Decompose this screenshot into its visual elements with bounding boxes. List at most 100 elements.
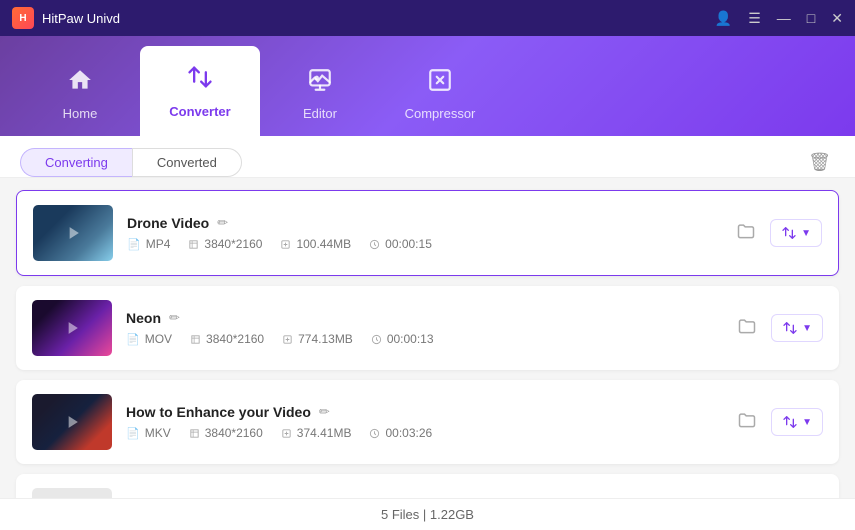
menu-icon[interactable]: ☰	[748, 10, 761, 27]
duration-value-how-to-enhance: 00:03:26	[385, 426, 432, 440]
duration-value-neon: 00:00:13	[387, 332, 434, 346]
meta-size-drone-video: 100.44MB	[280, 237, 351, 251]
size-icon	[281, 428, 292, 439]
home-icon	[67, 67, 93, 100]
converter-icon	[186, 63, 214, 98]
meta-duration-how-to-enhance: 00:03:26	[369, 426, 432, 440]
meta-resolution-how-to-enhance: 3840*2160	[189, 426, 263, 440]
open-folder-button-how-to-enhance[interactable]	[733, 406, 761, 439]
minimize-button[interactable]: —	[777, 10, 791, 26]
nav-item-home[interactable]: Home	[20, 51, 140, 136]
meta-format-drone-video: 📄MP4	[127, 237, 170, 251]
meta-format-neon: 📄 MOV	[126, 332, 172, 346]
nav-item-converter[interactable]: Converter	[140, 46, 260, 136]
convert-button-neon[interactable]: ▼	[771, 314, 823, 342]
resolution-value-neon: 3840*2160	[206, 332, 264, 346]
user-icon[interactable]: 👤	[715, 10, 732, 27]
dropdown-arrow-icon: ▼	[802, 323, 812, 334]
meta-format-how-to-enhance: 📄 MKV	[126, 426, 171, 440]
tabs: Converting Converted	[20, 148, 242, 177]
convert-button-how-to-enhance[interactable]: ▼	[771, 408, 823, 436]
dropdown-arrow-icon: ▼	[801, 228, 811, 239]
app-name: HitPaw Univd	[42, 11, 120, 26]
edit-filename-button-drone-video[interactable]: ✏	[217, 215, 228, 231]
edit-filename-button-neon[interactable]: ✏	[169, 310, 180, 326]
resolution-icon	[188, 239, 199, 250]
size-value-drone-video: 100.44MB	[296, 237, 351, 251]
file-name-drone-video: Drone Video	[127, 215, 209, 231]
status-bar: 5 Files | 1.22GB	[0, 498, 855, 530]
tab-converting[interactable]: Converting	[20, 148, 132, 177]
format-value-neon: MOV	[145, 332, 172, 346]
file-item-how-to-enhance[interactable]: How to Enhance your Video ✏ 📄 MKV 3840*2160 3…	[16, 380, 839, 464]
nav-item-compressor[interactable]: Compressor	[380, 51, 500, 136]
convert-icon	[782, 320, 798, 336]
meta-duration-drone-video: 00:00:15	[369, 237, 432, 251]
nav-home-label: Home	[63, 106, 98, 121]
file-meta-drone-video: 📄MP4 3840*2160 100.44MB 00:00:15	[127, 237, 718, 251]
size-icon	[280, 239, 291, 250]
file-meta-neon: 📄 MOV 3840*2160 774.13MB 00:00:13	[126, 332, 719, 346]
file-actions-drone-video: ▼	[732, 217, 822, 250]
tab-converted[interactable]: Converted	[132, 148, 242, 177]
file-info-drone-video: Drone Video ✏ 📄MP4 3840*2160 100.44MB 00:00:1…	[127, 215, 718, 251]
duration-icon	[369, 428, 380, 439]
app-logo: H	[12, 7, 34, 29]
duration-value-drone-video: 00:00:15	[385, 237, 432, 251]
resolution-value-how-to-enhance: 3840*2160	[205, 426, 263, 440]
dropdown-arrow-icon: ▼	[802, 417, 812, 428]
file-actions-neon: ▼	[733, 312, 823, 345]
resolution-icon	[189, 428, 200, 439]
meta-resolution-drone-video: 3840*2160	[188, 237, 262, 251]
title-bar-controls: 👤 ☰ — □ ✕	[715, 10, 843, 27]
title-bar: H HitPaw Univd 👤 ☰ — □ ✕	[0, 0, 855, 36]
file-info-neon: Neon ✏ 📄 MOV 3840*2160 774.13MB 00:00:13	[126, 310, 719, 346]
meta-resolution-neon: 3840*2160	[190, 332, 264, 346]
meta-size-how-to-enhance: 374.41MB	[281, 426, 352, 440]
file-name-row-how-to-enhance: How to Enhance your Video ✏	[126, 404, 719, 420]
thumbnail-drone-video	[33, 205, 113, 261]
meta-size-neon: 774.13MB	[282, 332, 353, 346]
convert-button-drone-video[interactable]: ▼	[770, 219, 822, 247]
file-item-drone-video[interactable]: Drone Video ✏ 📄MP4 3840*2160 100.44MB 00:00:1…	[16, 190, 839, 276]
duration-icon	[371, 334, 382, 345]
format-value-drone-video: MP4	[146, 237, 171, 251]
size-value-neon: 774.13MB	[298, 332, 353, 346]
editor-icon	[307, 67, 333, 100]
tab-area: Converting Converted 🗑	[0, 136, 855, 178]
delete-all-button[interactable]: 🗑	[804, 148, 835, 177]
duration-icon	[369, 239, 380, 250]
thumbnail-neon	[32, 300, 112, 356]
size-value-how-to-enhance: 374.41MB	[297, 426, 352, 440]
file-icon: 📄	[126, 427, 140, 440]
thumbnail-how-to-enhance	[32, 394, 112, 450]
close-button[interactable]: ✕	[831, 10, 843, 27]
compressor-icon	[427, 67, 453, 100]
nav-converter-label: Converter	[169, 104, 230, 119]
open-folder-button-neon[interactable]	[733, 312, 761, 345]
size-icon	[282, 334, 293, 345]
file-item-zoom-sound[interactable]: 🎵Zoom-Sound✏📄M4A320kbps142.88KB00:00:03▼	[16, 474, 839, 498]
title-bar-left: H HitPaw Univd	[12, 7, 120, 29]
file-item-neon[interactable]: Neon ✏ 📄 MOV 3840*2160 774.13MB 00:00:13 ▼	[16, 286, 839, 370]
meta-duration-neon: 00:00:13	[371, 332, 434, 346]
file-list: Drone Video✏📄MP43840*2160100.44MB00:00:1…	[0, 178, 855, 498]
resolution-icon	[190, 334, 201, 345]
nav-item-editor[interactable]: Editor	[260, 51, 380, 136]
edit-filename-button-how-to-enhance[interactable]: ✏	[319, 404, 330, 420]
file-name-row-neon: Neon ✏	[126, 310, 719, 326]
maximize-button[interactable]: □	[807, 10, 815, 26]
file-name-row-drone-video: Drone Video ✏	[127, 215, 718, 231]
open-folder-button-drone-video[interactable]	[732, 217, 760, 250]
nav-editor-label: Editor	[303, 106, 337, 121]
file-name-neon: Neon	[126, 310, 161, 326]
nav-bar: Home Converter Editor	[0, 36, 855, 136]
file-info-how-to-enhance: How to Enhance your Video ✏ 📄 MKV 3840*2160 3…	[126, 404, 719, 440]
file-icon: 📄	[126, 333, 140, 346]
status-text: 5 Files | 1.22GB	[381, 507, 474, 522]
file-name-how-to-enhance: How to Enhance your Video	[126, 404, 311, 420]
convert-icon	[781, 225, 797, 241]
thumbnail-zoom-sound: 🎵	[32, 488, 112, 498]
format-value-how-to-enhance: MKV	[145, 426, 171, 440]
content-area: Converting Converted 🗑 Drone Video✏📄MP43…	[0, 136, 855, 530]
